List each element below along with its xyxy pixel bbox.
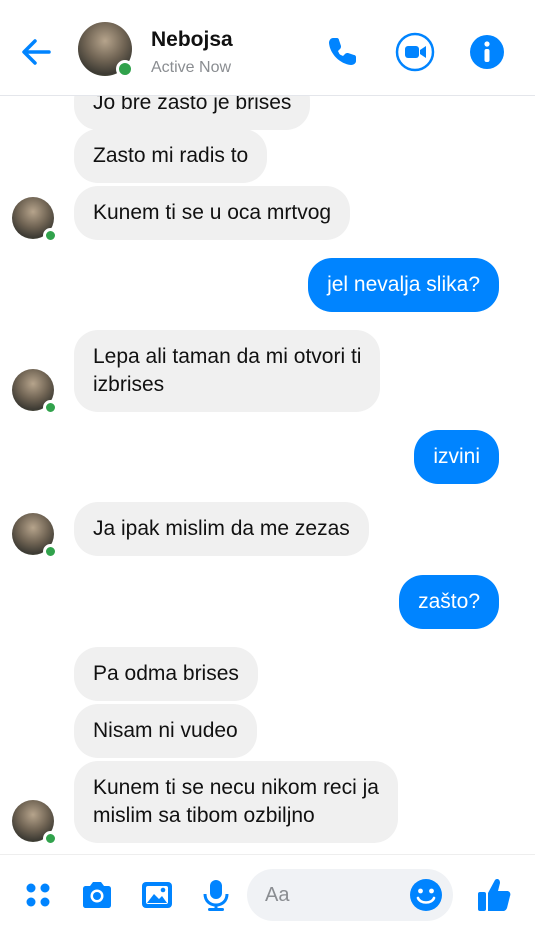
message-composer [0, 854, 535, 933]
message-text-line: Lepa ali taman da mi otvori ti [93, 345, 362, 368]
contact-avatar[interactable] [78, 22, 134, 78]
active-status-dot [43, 228, 58, 243]
message-text: jel nevalja slika? [327, 273, 480, 296]
sender-avatar[interactable] [12, 197, 58, 243]
microphone-icon[interactable] [198, 877, 234, 913]
thumbs-up-icon[interactable] [474, 875, 514, 915]
message-incoming[interactable]: Pa odma brises [74, 647, 258, 701]
message-outgoing[interactable]: jel nevalja slika? [308, 258, 499, 312]
message-text: Zasto mi radis to [93, 144, 249, 167]
info-icon[interactable] [467, 32, 507, 72]
sender-avatar[interactable] [12, 369, 58, 415]
message-incoming[interactable]: Kunem ti se necu nikom reci ja mislim sa… [74, 761, 398, 843]
message-incoming[interactable]: Zasto mi radis to [74, 129, 268, 183]
message-text: zašto? [418, 590, 480, 613]
message-outgoing[interactable]: zašto? [399, 575, 499, 629]
message-text: Jo bre zasto je brises [93, 96, 292, 114]
video-camera-icon[interactable] [395, 32, 435, 72]
contact-name[interactable]: Nebojsa [151, 28, 233, 52]
back-arrow-icon[interactable] [18, 34, 54, 70]
contact-status: Active Now [151, 59, 232, 76]
gallery-icon[interactable] [139, 877, 175, 913]
apps-grid-icon[interactable] [20, 877, 56, 913]
message-text-line: mislim sa tibom ozbiljno [93, 804, 315, 827]
message-incoming[interactable]: Lepa ali taman da mi otvori ti izbrises [74, 330, 381, 412]
sender-avatar[interactable] [12, 513, 58, 559]
emoji-icon[interactable] [408, 877, 444, 913]
message-text: Nisam ni vudeo [93, 719, 238, 742]
message-text: Pa odma brises [93, 662, 239, 685]
message-incoming[interactable]: Jo bre zasto je brises [74, 96, 311, 130]
message-text-line: Kunem ti se necu nikom reci ja [93, 776, 379, 799]
message-text: Kunem ti se u oca mrtvog [93, 201, 332, 224]
message-incoming[interactable]: Nisam ni vudeo [74, 704, 257, 758]
message-text: Ja ipak mislim da me zezas [93, 517, 350, 540]
sender-avatar[interactable] [12, 800, 58, 846]
message-thread[interactable]: Jo bre zasto je brises Zasto mi radis to… [0, 96, 535, 854]
phone-icon[interactable] [322, 32, 362, 72]
message-incoming[interactable]: Kunem ti se u oca mrtvog [74, 186, 351, 240]
message-outgoing[interactable]: izvini [414, 430, 499, 484]
conversation-header: Nebojsa Active Now [0, 0, 535, 96]
active-status-dot [43, 831, 58, 846]
message-incoming[interactable]: Ja ipak mislim da me zezas [74, 502, 369, 556]
message-text-line: izbrises [93, 373, 165, 396]
message-text: izvini [433, 445, 480, 468]
active-status-dot [43, 400, 58, 415]
active-status-dot [43, 544, 58, 559]
camera-icon[interactable] [79, 877, 115, 913]
active-status-dot [116, 60, 134, 78]
